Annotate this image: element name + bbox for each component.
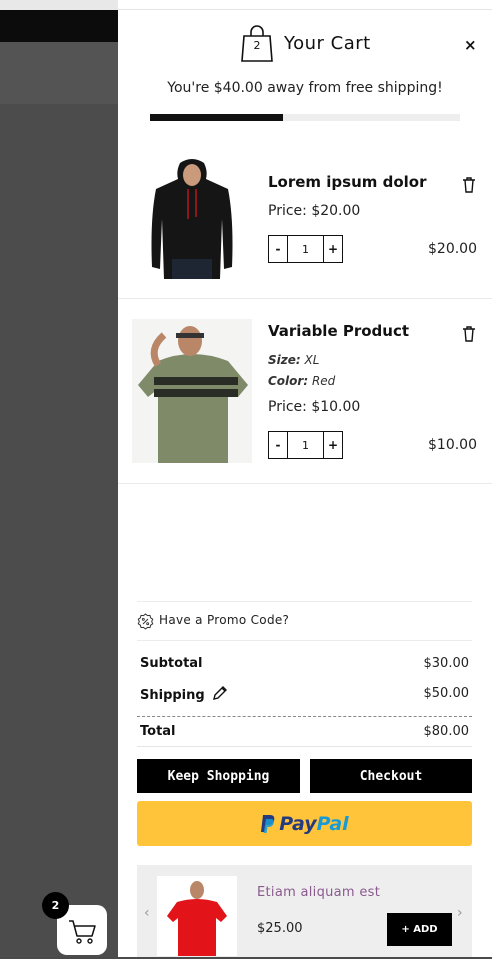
totals-divider xyxy=(137,716,472,717)
cart-drawer: 2 Your Cart × You're $40.00 away from fr… xyxy=(118,0,492,957)
cart-item: Lorem ipsum dolor Price: $20.00 - 1 + $2… xyxy=(118,140,492,299)
overlay-header-bar xyxy=(0,10,118,42)
close-button[interactable]: × xyxy=(464,36,477,54)
paypal-logo-icon xyxy=(261,814,275,833)
overlay-top-strip xyxy=(0,0,118,10)
total-divider xyxy=(137,746,472,747)
cart-header: 2 Your Cart × xyxy=(118,22,492,66)
floating-cart-count-badge: 2 xyxy=(42,892,69,919)
quantity-value[interactable]: 1 xyxy=(288,236,323,262)
quantity-increase-button[interactable]: + xyxy=(323,432,342,458)
overlay-band xyxy=(0,42,118,104)
size-value: XL xyxy=(304,353,320,367)
promo-code-toggle[interactable]: Have a Promo Code? xyxy=(137,601,472,641)
paypal-button[interactable]: PayPal xyxy=(137,801,472,846)
paypal-wordmark: PayPal xyxy=(279,813,348,835)
quantity-stepper: - 1 + xyxy=(268,235,343,263)
upsell-product-name[interactable]: Etiam aliquam est xyxy=(257,885,380,900)
quantity-decrease-button[interactable]: - xyxy=(269,432,288,458)
trash-icon[interactable] xyxy=(462,326,476,342)
item-price: Price: $10.00 xyxy=(268,399,361,415)
item-line-total: $20.00 xyxy=(428,241,477,257)
add-to-cart-button[interactable]: + ADD xyxy=(387,913,452,946)
keep-shopping-button[interactable]: Keep Shopping xyxy=(137,759,300,793)
quantity-value[interactable]: 1 xyxy=(288,432,323,458)
item-attribute-size: Size: XL xyxy=(268,353,319,367)
shipping-label: Shipping xyxy=(140,686,228,703)
total-row: Total $80.00 xyxy=(137,724,472,744)
bag-count: 2 xyxy=(253,39,261,52)
item-price: Price: $20.00 xyxy=(268,203,361,219)
quantity-decrease-button[interactable]: - xyxy=(269,236,288,262)
subtotal-row: Subtotal $30.00 xyxy=(137,656,472,676)
size-key: Size: xyxy=(268,353,301,367)
paypal-wordmark-pay: Pay xyxy=(279,812,317,835)
quantity-increase-button[interactable]: + xyxy=(323,236,342,262)
pencil-icon[interactable] xyxy=(212,686,228,701)
product-image-olive-tshirt xyxy=(132,319,252,463)
color-key: Color: xyxy=(268,374,309,388)
shipping-label-text: Shipping xyxy=(140,688,205,703)
shipping-row: Shipping $50.00 xyxy=(137,686,472,706)
progress-fill xyxy=(150,114,284,121)
carousel-next-arrow[interactable]: › xyxy=(457,905,463,921)
cart-item: Variable Product Size: XL Color: Red Pri… xyxy=(118,299,492,484)
page-overlay[interactable] xyxy=(0,0,118,957)
upsell-product-image xyxy=(157,876,237,956)
free-shipping-progress xyxy=(150,114,460,121)
drawer-top-border xyxy=(118,9,492,10)
shipping-value: $50.00 xyxy=(423,686,470,701)
upsell-product-price: $25.00 xyxy=(257,921,303,936)
product-image-black-hoodie xyxy=(132,155,252,279)
promo-code-label: Have a Promo Code? xyxy=(159,613,290,627)
item-name[interactable]: Lorem ipsum dolor xyxy=(268,173,427,191)
paypal-wordmark-pal: Pal xyxy=(316,812,349,835)
free-shipping-message: You're $40.00 away from free shipping! xyxy=(167,80,443,96)
checkout-button[interactable]: Checkout xyxy=(310,759,472,793)
cart-title: Your Cart xyxy=(284,33,371,54)
quantity-stepper: - 1 + xyxy=(268,431,343,459)
upsell-carousel: ‹ Etiam aliquam est $25.00 + ADD › xyxy=(137,865,472,957)
item-name[interactable]: Variable Product xyxy=(268,322,409,340)
item-line-total: $10.00 xyxy=(428,437,477,453)
color-value: Red xyxy=(311,374,336,388)
trash-icon[interactable] xyxy=(462,177,476,193)
subtotal-label: Subtotal xyxy=(140,656,203,671)
carousel-prev-arrow[interactable]: ‹ xyxy=(144,905,150,921)
item-attribute-color: Color: Red xyxy=(268,374,335,388)
discount-icon xyxy=(137,613,154,630)
total-value: $80.00 xyxy=(423,724,470,739)
total-label: Total xyxy=(140,724,176,739)
subtotal-value: $30.00 xyxy=(423,656,470,671)
